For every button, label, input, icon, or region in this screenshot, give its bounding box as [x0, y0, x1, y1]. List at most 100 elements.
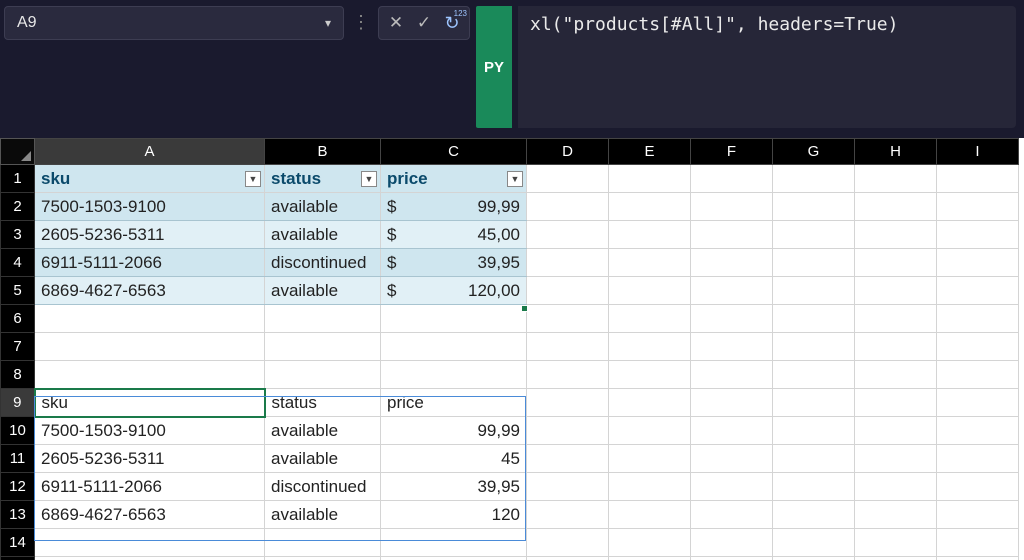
cell[interactable] — [527, 193, 609, 221]
cell-sku[interactable]: 6869-4627-6563 — [35, 277, 265, 305]
filter-button[interactable]: ▼ — [245, 171, 261, 187]
row-header[interactable]: 2 — [1, 193, 35, 221]
col-header-H[interactable]: H — [855, 139, 937, 165]
row-header[interactable]: 10 — [1, 417, 35, 445]
col-header-I[interactable]: I — [937, 139, 1019, 165]
col-header-A[interactable]: A — [35, 139, 265, 165]
row-header[interactable]: 7 — [1, 333, 35, 361]
cell[interactable]: 120 — [381, 501, 527, 529]
cell[interactable] — [35, 333, 265, 361]
cell-status[interactable]: discontinued — [265, 249, 381, 277]
cell[interactable]: available — [265, 445, 381, 473]
cell[interactable] — [609, 193, 691, 221]
cell[interactable] — [773, 193, 855, 221]
cell[interactable]: 45 — [381, 445, 527, 473]
cell[interactable]: 7500-1503-9100 — [35, 417, 265, 445]
row-header[interactable]: 14 — [1, 529, 35, 557]
cell-sku[interactable]: 2605-5236-5311 — [35, 221, 265, 249]
cell[interactable] — [855, 361, 937, 389]
row-header[interactable]: 11 — [1, 445, 35, 473]
cell[interactable] — [35, 529, 265, 557]
cell[interactable] — [691, 249, 773, 277]
table-header-status[interactable]: status▼ — [265, 165, 381, 193]
row-header[interactable]: 12 — [1, 473, 35, 501]
cell[interactable] — [527, 249, 609, 277]
cell[interactable] — [381, 361, 527, 389]
cell[interactable] — [773, 473, 855, 501]
cell[interactable] — [609, 361, 691, 389]
cell[interactable] — [691, 221, 773, 249]
cell[interactable] — [691, 389, 773, 417]
cell[interactable] — [937, 473, 1019, 501]
cell[interactable]: price — [381, 389, 527, 417]
cell[interactable] — [527, 557, 609, 560]
cell[interactable] — [609, 417, 691, 445]
recalc-button[interactable]: ↻123 — [439, 10, 465, 36]
cell[interactable] — [773, 277, 855, 305]
cell[interactable] — [855, 501, 937, 529]
cell[interactable] — [937, 165, 1019, 193]
cell[interactable] — [773, 221, 855, 249]
cell[interactable] — [381, 557, 527, 560]
active-cell[interactable]: sku — [35, 389, 265, 417]
cell[interactable] — [527, 277, 609, 305]
col-header-C[interactable]: C — [381, 139, 527, 165]
col-header-E[interactable]: E — [609, 139, 691, 165]
cell[interactable] — [691, 417, 773, 445]
cell[interactable]: available — [265, 501, 381, 529]
cell[interactable] — [937, 333, 1019, 361]
filter-button[interactable]: ▼ — [507, 171, 523, 187]
cell[interactable]: available — [265, 417, 381, 445]
cell[interactable] — [381, 529, 527, 557]
cell[interactable]: 99,99 — [381, 417, 527, 445]
table-header-sku[interactable]: sku▼ — [35, 165, 265, 193]
cell[interactable] — [773, 501, 855, 529]
cell[interactable] — [609, 277, 691, 305]
cell[interactable] — [381, 333, 527, 361]
cell[interactable] — [937, 529, 1019, 557]
cell-status[interactable]: available — [265, 193, 381, 221]
row-header[interactable]: 9 — [1, 389, 35, 417]
cell[interactable] — [855, 165, 937, 193]
row-header[interactable]: 8 — [1, 361, 35, 389]
cell[interactable] — [527, 445, 609, 473]
cell[interactable] — [855, 417, 937, 445]
cell[interactable] — [773, 333, 855, 361]
cell[interactable] — [691, 193, 773, 221]
cell[interactable] — [937, 557, 1019, 560]
cell[interactable] — [773, 557, 855, 560]
cell[interactable] — [773, 417, 855, 445]
cell[interactable] — [773, 361, 855, 389]
cell[interactable]: 6911-5111-2066 — [35, 473, 265, 501]
cell[interactable] — [773, 529, 855, 557]
cell[interactable] — [527, 165, 609, 193]
cell[interactable] — [937, 417, 1019, 445]
cell[interactable] — [265, 361, 381, 389]
row-header[interactable]: 13 — [1, 501, 35, 529]
cell[interactable] — [381, 305, 527, 333]
cell[interactable] — [855, 249, 937, 277]
cell[interactable] — [265, 305, 381, 333]
cell[interactable] — [265, 557, 381, 560]
cell[interactable] — [691, 361, 773, 389]
cell[interactable] — [691, 529, 773, 557]
row-header[interactable]: 3 — [1, 221, 35, 249]
cell[interactable] — [691, 501, 773, 529]
cell-status[interactable]: available — [265, 277, 381, 305]
row-header[interactable]: 5 — [1, 277, 35, 305]
cell[interactable] — [773, 165, 855, 193]
cell[interactable] — [937, 277, 1019, 305]
cell[interactable] — [855, 529, 937, 557]
name-box[interactable]: A9 ▾ — [4, 6, 344, 40]
row-header[interactable]: 1 — [1, 165, 35, 193]
cell[interactable] — [773, 389, 855, 417]
cell[interactable] — [937, 501, 1019, 529]
cell[interactable] — [609, 473, 691, 501]
formula-input[interactable]: xl("products[#All]", headers=True) — [518, 6, 1016, 128]
cell[interactable] — [855, 193, 937, 221]
cell[interactable] — [527, 305, 609, 333]
cell[interactable] — [691, 277, 773, 305]
cell[interactable] — [35, 361, 265, 389]
cell[interactable] — [855, 333, 937, 361]
cell[interactable] — [35, 557, 265, 560]
